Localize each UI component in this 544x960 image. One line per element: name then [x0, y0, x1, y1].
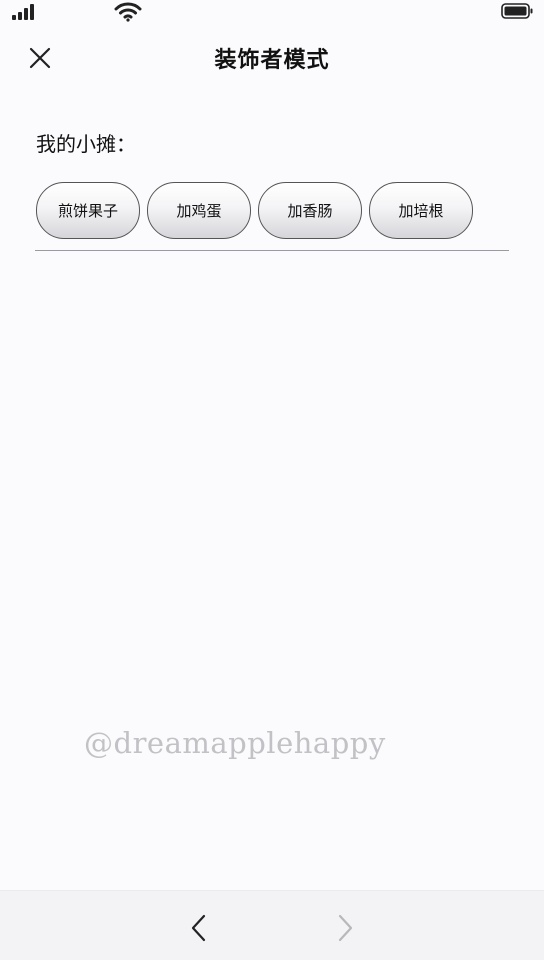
bottom-toolbar — [0, 890, 544, 960]
chevron-right-icon — [338, 914, 353, 942]
section-label: 我的小摊： — [36, 132, 136, 156]
battery-icon — [501, 3, 533, 19]
page-title: 装饰者模式 — [214, 48, 330, 73]
back-button[interactable] — [184, 913, 214, 943]
add-egg-button[interactable]: 加鸡蛋 — [147, 182, 251, 239]
add-sausage-button[interactable]: 加香肠 — [258, 182, 362, 239]
wifi-icon — [114, 2, 142, 22]
forward-button[interactable] — [330, 913, 360, 943]
button-row: 煎饼果子 加鸡蛋 加香肠 加培根 — [36, 182, 473, 239]
chevron-left-icon — [191, 914, 206, 942]
jianbing-button[interactable]: 煎饼果子 — [36, 182, 140, 239]
add-bacon-button[interactable]: 加培根 — [369, 182, 473, 239]
screen: 装饰者模式 我的小摊： 煎饼果子 加鸡蛋 加香肠 加培根 @dreamapple… — [0, 0, 544, 960]
status-bar — [0, 0, 544, 26]
divider — [35, 250, 509, 251]
watermark: @dreamapplehappy — [84, 726, 386, 760]
cellular-signal-icon — [12, 4, 34, 20]
nav-bar: 装饰者模式 — [0, 30, 544, 86]
